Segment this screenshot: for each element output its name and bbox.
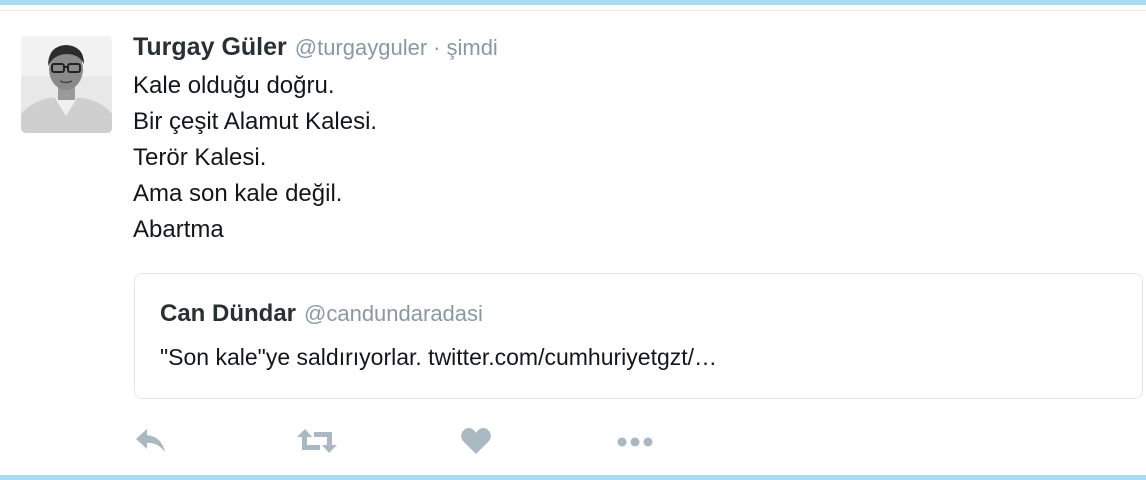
- tweet-actions: [133, 423, 693, 459]
- like-button[interactable]: [460, 423, 492, 459]
- tweet-text-line: Terör Kalesi.: [133, 144, 267, 171]
- tweet-text-line: Kale olduğu doğru.: [133, 72, 335, 99]
- tweet-header: Turgay Güler @turgayguler · şimdi: [133, 33, 498, 67]
- timestamp[interactable]: şimdi: [446, 35, 497, 61]
- reply-button[interactable]: [133, 423, 169, 459]
- tweet-text: Kale olduğu doğru. Bir çeşit Alamut Kale…: [133, 68, 1033, 248]
- retweet-button[interactable]: [296, 423, 338, 459]
- more-button[interactable]: [615, 423, 657, 459]
- quoted-tweet[interactable]: Can Dündar @candundaradasi "Son kale"ye …: [134, 273, 1143, 399]
- tweet-text-line: Abartma: [133, 216, 224, 243]
- tweet-text-line: Bir çeşit Alamut Kalesi.: [133, 108, 378, 135]
- more-icon: [617, 437, 653, 447]
- avatar-photo: [21, 36, 112, 133]
- reply-icon: [136, 429, 165, 452]
- quoted-author-name: Can Dündar: [160, 300, 297, 327]
- divider: [0, 10, 1146, 11]
- heart-icon: [461, 428, 491, 454]
- tweet-text-line: Ama son kale değil.: [133, 180, 343, 207]
- separator-dot: ·: [433, 35, 441, 60]
- retweet-icon: [297, 429, 337, 453]
- quoted-author-handle: @candundaradasi: [304, 301, 483, 326]
- avatar[interactable]: [21, 36, 112, 133]
- quoted-tweet-text: "Son kale"ye saldırıyorlar. twitter.com/…: [160, 344, 718, 370]
- author-handle[interactable]: @turgayguler: [295, 35, 427, 61]
- quoted-tweet-header: Can Dündar @candundaradasi: [160, 300, 483, 328]
- author-name[interactable]: Turgay Güler: [133, 33, 287, 62]
- tweet-card: Turgay Güler @turgayguler · şimdi Kale o…: [0, 0, 1146, 480]
